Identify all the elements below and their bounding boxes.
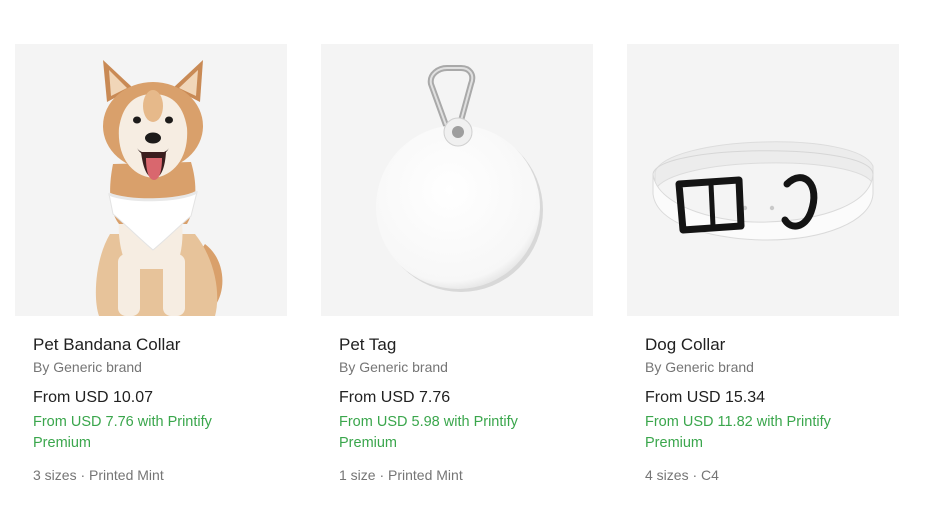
product-meta: 3 sizes · Printed Mint <box>33 467 164 483</box>
product-name[interactable]: Pet Bandana Collar <box>33 334 273 356</box>
product-price: From USD 7.76 <box>339 389 451 406</box>
dog-collar-image <box>652 141 874 241</box>
product-price: From USD 15.34 <box>645 389 766 406</box>
dog-with-bandana-image <box>95 60 223 316</box>
product-premium-price: From USD 11.82 with Printify Premium <box>645 414 831 451</box>
product-card-pet-tag[interactable]: Pet Tag By Generic brand From USD 7.76 F… <box>321 44 593 504</box>
product-premium-price: From USD 7.76 with Printify Premium <box>33 414 212 451</box>
product-brand: By Generic brand <box>339 359 448 375</box>
product-brand: By Generic brand <box>645 359 754 375</box>
product-info: Pet Bandana Collar By Generic brand From… <box>33 334 273 484</box>
product-name[interactable]: Pet Tag <box>339 334 579 356</box>
product-brand: By Generic brand <box>33 359 142 375</box>
product-info: Pet Tag By Generic brand From USD 7.76 F… <box>339 334 579 484</box>
product-premium-price: From USD 5.98 with Printify Premium <box>339 414 518 451</box>
product-grid: Pet Bandana Collar By Generic brand From… <box>15 44 915 504</box>
product-image[interactable] <box>627 44 899 316</box>
product-price: From USD 10.07 <box>33 389 154 406</box>
product-card-pet-bandana-collar[interactable]: Pet Bandana Collar By Generic brand From… <box>15 44 287 504</box>
product-card-dog-collar[interactable]: Dog Collar By Generic brand From USD 15.… <box>627 44 899 504</box>
product-info: Dog Collar By Generic brand From USD 15.… <box>645 334 885 484</box>
product-name[interactable]: Dog Collar <box>645 334 885 356</box>
product-image[interactable] <box>321 44 593 316</box>
round-pet-tag-image <box>376 65 543 292</box>
product-meta: 1 size · Printed Mint <box>339 467 463 483</box>
product-meta: 4 sizes · C4 <box>645 467 719 483</box>
product-image[interactable] <box>15 44 287 316</box>
